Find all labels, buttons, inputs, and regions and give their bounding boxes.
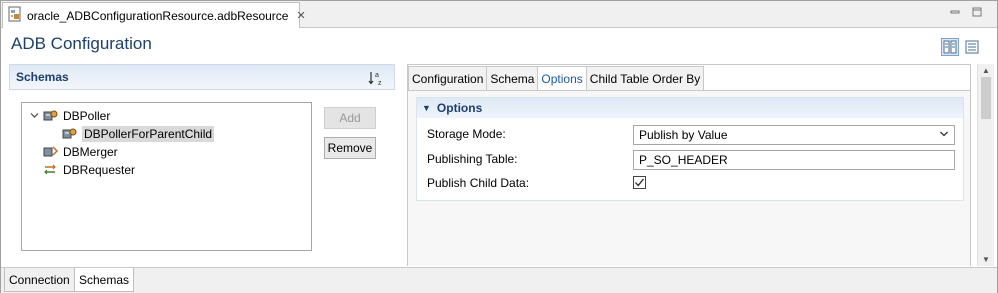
tab-options[interactable]: Options (537, 66, 587, 90)
bottom-tab-bar: Connection Schemas (1, 267, 997, 293)
storage-mode-select[interactable]: Publish by Value (633, 125, 955, 145)
editor-tab[interactable]: oracle_ADBConfigurationResource.adbResou… (2, 2, 306, 28)
editor-window: oracle_ADBConfigurationResource.adbResou… (0, 0, 998, 293)
tree-item-label: DBMerger (63, 145, 118, 159)
remove-button[interactable]: Remove (324, 137, 376, 159)
storage-mode-value: Publish by Value (639, 128, 728, 142)
scroll-up-icon[interactable]: ▲ (982, 66, 990, 75)
tree-item-dbpoller[interactable]: DBPoller (30, 107, 110, 125)
tab-configuration[interactable]: Configuration (408, 66, 488, 90)
db-poller-icon (62, 126, 78, 143)
storage-mode-label: Storage Mode: (427, 127, 506, 141)
options-section-header[interactable]: ▼ Options (417, 98, 963, 118)
tab-connection[interactable]: Connection (4, 268, 75, 292)
publish-child-data-checkbox[interactable] (633, 176, 646, 189)
tree-item-dbpollerforparentchild[interactable]: DBPollerForParentChild (62, 125, 215, 143)
publishing-table-value: P_SO_HEADER (639, 153, 728, 167)
editor-tab-bar: oracle_ADBConfigurationResource.adbResou… (1, 1, 997, 28)
chevron-down-icon[interactable] (30, 111, 40, 122)
rows-layout-icon[interactable] (963, 38, 981, 56)
close-icon[interactable]: ✕ (296, 9, 305, 22)
minimize-icon[interactable] (949, 6, 961, 18)
scrollbar-thumb[interactable] (981, 77, 991, 119)
tab-schemas[interactable]: Schemas (74, 268, 135, 292)
publishing-table-input[interactable]: P_SO_HEADER (633, 150, 955, 170)
tree-item-label: DBPoller (63, 109, 111, 123)
tab-strip: Configuration Schema Options Child Table… (408, 66, 705, 90)
schemas-header: Schemas (9, 64, 395, 90)
db-merger-icon (43, 144, 59, 161)
columns-layout-icon[interactable] (941, 38, 959, 56)
checkmark-icon (635, 178, 645, 187)
details-panel: Configuration Schema Options Child Table… (407, 64, 971, 266)
vertical-scrollbar[interactable]: ▲ ▼ (977, 64, 994, 266)
schemas-tree[interactable]: DBPoller DBPollerForParentChild DBMerger… (21, 102, 312, 251)
editor-tab-label: oracle_ADBConfigurationResource.adbResou… (27, 8, 289, 23)
publish-child-data-label: Publish Child Data: (427, 176, 530, 190)
scroll-down-icon[interactable]: ▼ (982, 255, 990, 264)
add-button[interactable]: Add (324, 107, 376, 129)
tree-item-dbmerger[interactable]: DBMerger (43, 143, 118, 161)
tree-item-label: DBPollerForParentChild (82, 126, 215, 142)
page-title: ADB Configuration (11, 34, 152, 53)
tree-item-label: DBRequester (63, 163, 136, 177)
maximize-icon[interactable] (971, 6, 983, 18)
schemas-section: Schemas a z DBPoller DBPollerForParentCh… (9, 64, 395, 265)
adb-resource-file-icon (8, 6, 22, 25)
options-tab-body: ▼ Options Storage Mode: Publish by Value… (408, 90, 970, 266)
triangle-down-icon[interactable]: ▼ (422, 103, 431, 113)
tab-schema[interactable]: Schema (486, 66, 539, 90)
db-poller-icon (43, 108, 59, 125)
chevron-down-icon[interactable] (939, 129, 949, 142)
options-section: ▼ Options Storage Mode: Publish by Value… (416, 97, 964, 201)
svg-text:a: a (375, 72, 379, 79)
db-requester-icon (43, 162, 59, 179)
publishing-table-label: Publishing Table: (427, 152, 518, 166)
options-section-title: Options (436, 101, 483, 115)
tree-item-dbrequester[interactable]: DBRequester (43, 161, 135, 179)
sort-az-icon[interactable]: a z (367, 69, 385, 90)
tab-child-table-order-by[interactable]: Child Table Order By (585, 66, 705, 90)
svg-text:z: z (378, 80, 382, 87)
